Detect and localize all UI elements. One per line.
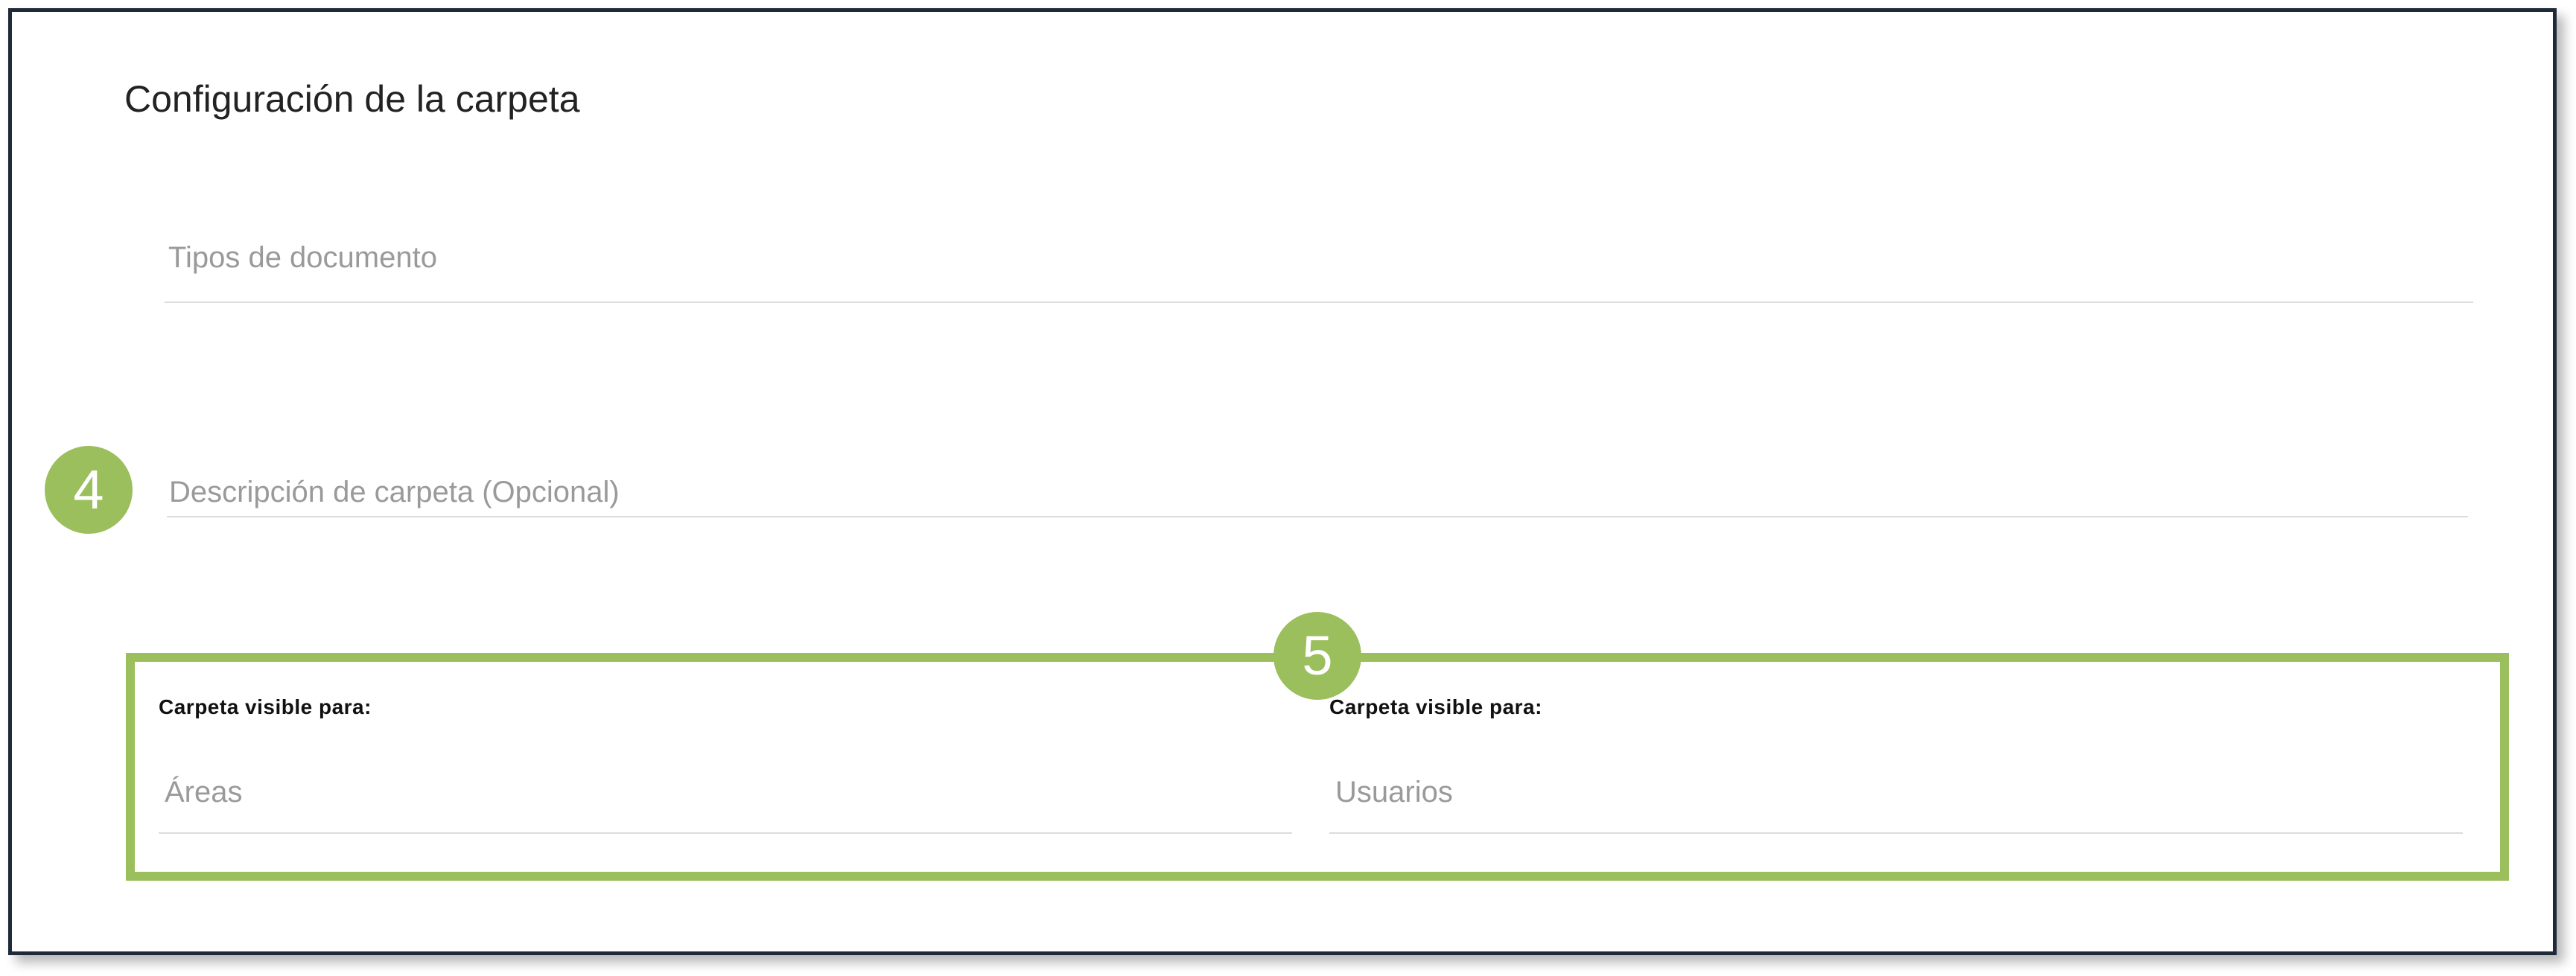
users-field[interactable] bbox=[1329, 770, 2463, 834]
areas-field[interactable] bbox=[159, 770, 1292, 834]
folder-settings-panel: Configuración de la carpeta 4 5 Carpeta … bbox=[8, 8, 2557, 955]
users-input[interactable] bbox=[1335, 770, 2378, 814]
folder-description-input[interactable] bbox=[169, 470, 2329, 514]
users-visibility-label: Carpeta visible para: bbox=[1329, 695, 1542, 718]
folder-description-field[interactable] bbox=[167, 470, 2468, 517]
areas-input[interactable] bbox=[165, 770, 1207, 814]
areas-underline bbox=[159, 832, 1292, 834]
visibility-areas-section: Carpeta visible para: bbox=[159, 662, 1292, 872]
folder-description-underline bbox=[167, 516, 2468, 517]
document-types-field[interactable] bbox=[165, 235, 2473, 303]
users-underline bbox=[1329, 832, 2463, 834]
step-5-marker: 5 bbox=[1273, 612, 1361, 700]
page-title: Configuración de la carpeta bbox=[124, 78, 580, 120]
areas-visibility-label: Carpeta visible para: bbox=[159, 695, 372, 718]
step-4-marker: 4 bbox=[45, 446, 133, 534]
visibility-users-section: Carpeta visible para: bbox=[1329, 662, 2463, 872]
document-types-underline bbox=[165, 302, 2473, 303]
document-types-input[interactable] bbox=[168, 235, 2328, 280]
